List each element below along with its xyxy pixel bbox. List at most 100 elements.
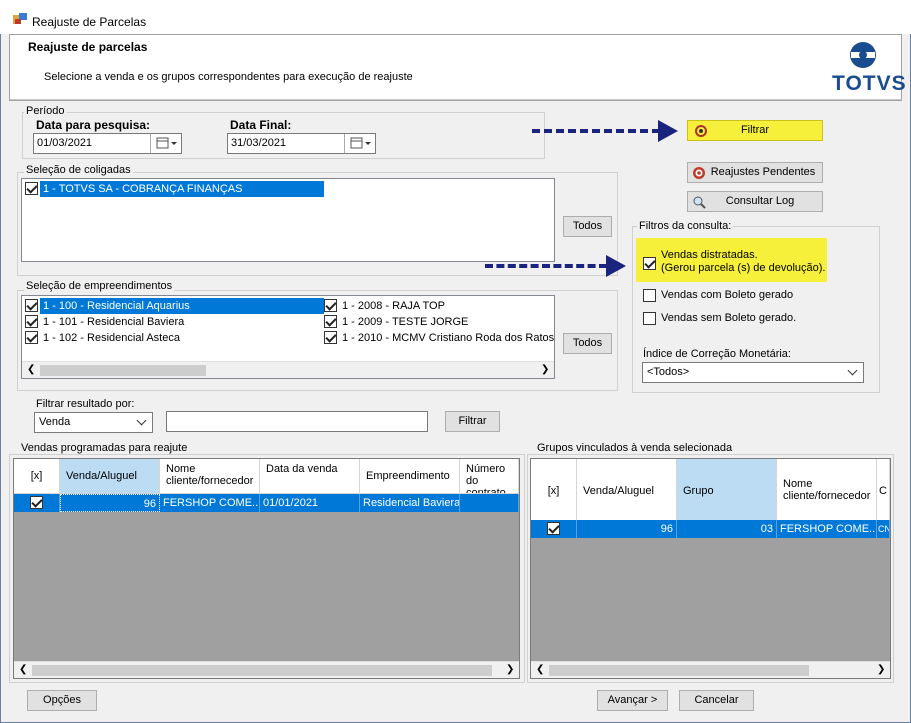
- checkbox[interactable]: [324, 331, 337, 344]
- annotation-arrow-line: [485, 264, 607, 268]
- contrato-cell: [460, 494, 519, 512]
- scroll-left-icon[interactable]: ❮: [27, 364, 35, 375]
- scroll-thumb[interactable]: [549, 665, 809, 676]
- empreendimentos-group-label: Seleção de empreendimentos: [24, 280, 175, 292]
- distratadas-sublabel: (Gerou parcela (s) de devolução).: [661, 262, 826, 274]
- calendar-dropdown-icon[interactable]: [150, 134, 181, 153]
- extra-cell: CN: [877, 520, 890, 538]
- vendas-grid[interactable]: [x] Venda/Aluguel Nome cliente/fornecedo…: [13, 458, 520, 679]
- indice-select[interactable]: <Todos>: [642, 362, 864, 383]
- boleto-gerado-option[interactable]: Vendas com Boleto gerado: [643, 288, 813, 304]
- page-subtitle: Selecione a venda e os grupos correspond…: [44, 71, 413, 83]
- checkbox[interactable]: [25, 182, 38, 195]
- column-header[interactable]: Número do contrato: [460, 459, 519, 494]
- grupos-grid-label: Grupos vinculados à venda selecionada: [535, 442, 735, 454]
- nome-cell: FERSHOP COME...: [160, 494, 260, 512]
- boleto-gerado-label: Vendas com Boleto gerado: [661, 289, 794, 301]
- list-item[interactable]: 1 - 100 - Residencial Aquarius: [25, 298, 324, 314]
- row-checkbox-cell[interactable]: [14, 494, 60, 512]
- window-title: Reajuste de Parcelas: [32, 15, 147, 29]
- magnifier-icon: [693, 196, 706, 209]
- opcoes-button[interactable]: Opções: [27, 690, 97, 711]
- table-row[interactable]: 96 03 FERSHOP COME... CN: [531, 520, 890, 538]
- filtros-group-label: Filtros da consulta:: [637, 220, 734, 232]
- column-header[interactable]: Venda/Aluguel: [60, 459, 160, 494]
- totvs-logo: TOTVS: [832, 72, 907, 95]
- data-cell: 01/01/2021: [260, 494, 360, 512]
- filtrar-resultado-button[interactable]: Filtrar: [445, 411, 500, 432]
- horizontal-scrollbar[interactable]: ❮ ❯: [531, 661, 890, 678]
- coligada-label: 1 - TOTVS SA - COBRANÇA FINANÇAS: [40, 181, 324, 197]
- coligadas-list[interactable]: 1 - TOTVS SA - COBRANÇA FINANÇAS: [21, 178, 555, 262]
- empreendimento-label: 1 - 2009 - TESTE JORGE: [342, 316, 469, 328]
- totvs-logo-icon: [850, 42, 876, 68]
- scroll-right-icon[interactable]: ❯: [506, 664, 514, 675]
- checkbox[interactable]: [30, 496, 43, 509]
- checkbox[interactable]: [25, 299, 38, 312]
- scroll-thumb[interactable]: [40, 365, 206, 376]
- filtrar-resultado-input[interactable]: [166, 411, 428, 432]
- avancar-button[interactable]: Avançar >: [597, 690, 668, 711]
- distratadas-label: Vendas distratadas.: [661, 249, 758, 261]
- coligadas-group-label: Seleção de coligadas: [24, 164, 133, 176]
- annotation-arrow-head: [658, 120, 678, 142]
- start-date-label: Data para pesquisa:: [36, 118, 151, 132]
- table-row[interactable]: 96 FERSHOP COME... 01/01/2021 Residencia…: [14, 494, 519, 512]
- target-icon: [693, 167, 705, 179]
- annotation-arrow-line: [532, 129, 660, 133]
- todos-empreendimentos-button[interactable]: Todos: [563, 333, 612, 354]
- filtrar-resultado-value: Venda: [39, 416, 71, 428]
- grupos-grid[interactable]: [x] Venda/Aluguel Grupo Nome cliente/for…: [530, 458, 891, 679]
- scroll-right-icon[interactable]: ❯: [877, 664, 885, 675]
- sem-boleto-option[interactable]: Vendas sem Boleto gerado.: [643, 311, 813, 327]
- checkbox[interactable]: [643, 312, 656, 325]
- horizontal-scrollbar[interactable]: ❮ ❯: [14, 661, 519, 678]
- scroll-left-icon[interactable]: ❮: [19, 664, 27, 675]
- checkbox[interactable]: [324, 315, 337, 328]
- scroll-thumb[interactable]: [32, 665, 492, 676]
- filtrar-button[interactable]: Filtrar: [687, 120, 823, 141]
- filtrar-resultado-select[interactable]: Venda: [34, 412, 153, 433]
- cancelar-button[interactable]: Cancelar: [679, 690, 754, 711]
- empreendimentos-list[interactable]: 1 - 100 - Residencial Aquarius 1 - 101 -…: [21, 295, 555, 379]
- empreendimento-label: 1 - 101 - Residencial Baviera: [43, 316, 185, 328]
- venda-cell: 96: [577, 520, 677, 538]
- venda-cell: 96: [60, 494, 160, 512]
- consultar-log-label: Consultar Log: [725, 195, 795, 207]
- empreendimento-label: 1 - 100 - Residencial Aquarius: [40, 298, 324, 314]
- filtrar-label: Filtrar: [740, 124, 770, 136]
- end-date-label: Data Final:: [230, 118, 292, 132]
- column-header[interactable]: Nome cliente/fornecedor: [160, 459, 260, 494]
- chevron-down-icon: [847, 365, 858, 376]
- checkbox[interactable]: [324, 299, 337, 312]
- row-checkbox-cell[interactable]: [531, 520, 577, 538]
- horizontal-scrollbar[interactable]: ❮ ❯: [22, 361, 554, 378]
- start-date-value: 01/03/2021: [37, 137, 93, 149]
- reajustes-pendentes-button[interactable]: Reajustes Pendentes: [687, 162, 823, 183]
- empreendimento-label: 1 - 102 - Residencial Asteca: [43, 332, 180, 344]
- column-header[interactable]: [x]: [14, 459, 60, 494]
- chevron-down-icon: [136, 415, 147, 426]
- scroll-left-icon[interactable]: ❮: [536, 664, 544, 675]
- consultar-log-button[interactable]: Consultar Log: [687, 191, 823, 212]
- annotation-arrow-head: [606, 255, 626, 277]
- checkbox[interactable]: [25, 315, 38, 328]
- todos-coligadas-button[interactable]: Todos: [563, 216, 612, 237]
- checkbox[interactable]: [547, 522, 560, 535]
- filtrar-resultado-label: Filtrar resultado por:: [36, 398, 135, 410]
- checkbox[interactable]: [643, 289, 656, 302]
- column-header[interactable]: Data da venda: [260, 459, 360, 494]
- calendar-dropdown-icon[interactable]: [344, 134, 375, 153]
- scroll-right-icon[interactable]: ❯: [541, 364, 549, 375]
- sem-boleto-label: Vendas sem Boleto gerado.: [661, 312, 797, 324]
- periodo-group-label: Período: [24, 105, 67, 117]
- divider: [9, 100, 902, 101]
- page-title: Reajuste de parcelas: [28, 40, 148, 54]
- filter-icon: [695, 125, 707, 137]
- column-header[interactable]: Empreendimento: [360, 459, 460, 494]
- indice-value: <Todos>: [647, 366, 690, 378]
- list-item[interactable]: 1 - TOTVS SA - COBRANÇA FINANÇAS: [25, 181, 324, 197]
- checkbox[interactable]: [25, 331, 38, 344]
- indice-label: Índice de Correção Monetária:: [643, 348, 791, 360]
- checkbox[interactable]: [643, 257, 656, 270]
